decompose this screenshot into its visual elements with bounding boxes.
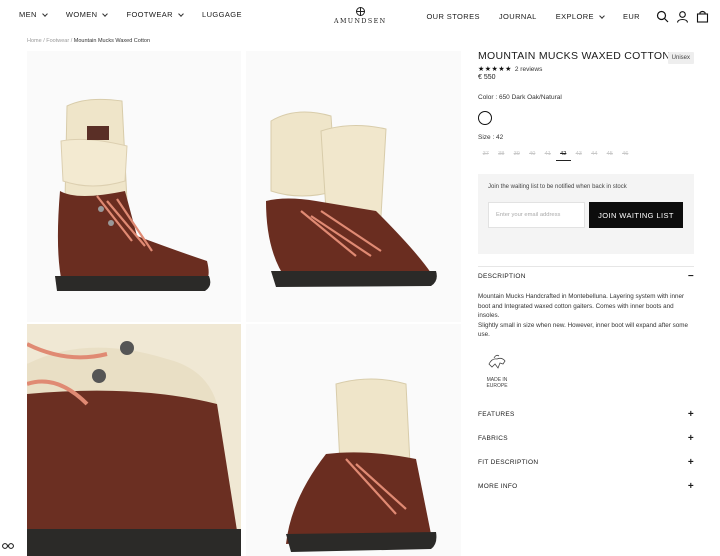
nav-explore-label: EXPLORE <box>555 12 594 21</box>
fit-description-heading: FIT DESCRIPTION <box>478 459 539 466</box>
size-option[interactable]: 45 <box>602 151 618 161</box>
product-price: € 550 <box>478 74 496 81</box>
unisex-badge: Unisex <box>667 52 694 64</box>
size-option[interactable]: 39 <box>509 151 525 161</box>
currency-label: EUR <box>622 12 640 21</box>
rating[interactable]: ★★★★★ 2 reviews <box>478 65 694 74</box>
nav-luggage-label: LUGGAGE <box>202 10 242 19</box>
product-image-front[interactable] <box>246 51 461 322</box>
fabrics-heading: FABRICS <box>478 435 508 442</box>
globe-icon <box>355 7 365 16</box>
search-icon[interactable] <box>656 10 669 23</box>
description-text: Slightly small in size when new. However… <box>478 321 688 339</box>
product-image-side[interactable] <box>27 51 241 322</box>
size-label: Size : 42 <box>478 134 504 141</box>
reviews-link[interactable]: 2 reviews <box>515 66 542 73</box>
nav-our-stores-label: OUR STORES <box>426 12 480 21</box>
plus-icon: + <box>687 457 694 468</box>
site-header: MEN WOMEN FOOTWEAR LUGGAGE AMUNDSEN OUR … <box>0 0 720 30</box>
account-icon[interactable] <box>676 10 689 23</box>
currency-selector[interactable]: EUR <box>623 12 640 21</box>
more-info-toggle[interactable]: MORE INFO + <box>478 475 694 499</box>
product-title: MOUNTAIN MUCKS WAXED COTTON <box>478 50 671 62</box>
size-option[interactable]: 37 <box>478 151 494 161</box>
nav-footwear-label: FOOTWEAR <box>126 10 173 19</box>
color-label: Color : 650 Dark Oak/Natural <box>478 94 562 101</box>
product-image-detail[interactable] <box>27 324 241 556</box>
product-image-back[interactable] <box>246 324 461 556</box>
description-toggle[interactable]: DESCRIPTION − <box>478 266 694 285</box>
chevron-down-icon <box>42 10 48 17</box>
breadcrumb-separator: / <box>70 38 73 44</box>
logo-text: AMUNDSEN <box>334 18 387 25</box>
size-selector: 37 38 39 40 41 42 43 44 45 46 <box>478 151 694 161</box>
size-option[interactable]: 38 <box>494 151 510 161</box>
nav-footwear[interactable]: FOOTWEAR <box>126 10 184 19</box>
features-toggle[interactable]: FEATURES + <box>478 403 694 427</box>
color-swatch-dark-oak[interactable] <box>478 111 492 125</box>
nav-our-stores[interactable]: OUR STORES <box>426 12 479 21</box>
europe-bull-icon <box>488 354 506 369</box>
breadcrumb-footwear[interactable]: Footwear <box>46 38 69 44</box>
breadcrumb-home[interactable]: Home <box>27 38 42 44</box>
breadcrumb-current: Mountain Mucks Waxed Cotton <box>73 38 151 44</box>
fabrics-toggle[interactable]: FABRICS + <box>478 427 694 451</box>
description-text: Mountain Mucks Handcrafted in Montebellu… <box>478 293 685 319</box>
chevron-down-icon <box>599 12 605 19</box>
breadcrumb-separator: / <box>43 38 45 44</box>
waitlist-box: Join the waiting list to be notified whe… <box>478 174 694 254</box>
fit-description-toggle[interactable]: FIT DESCRIPTION + <box>478 451 694 475</box>
product-gallery <box>27 51 461 556</box>
main-nav: MEN WOMEN FOOTWEAR LUGGAGE <box>19 10 261 19</box>
size-option-selected[interactable]: 42 <box>555 151 571 161</box>
nav-women-label: WOMEN <box>65 10 98 19</box>
nav-men-label: MEN <box>19 10 37 19</box>
description-body: Mountain Mucks Handcrafted in Montebellu… <box>478 292 694 340</box>
europe-label: EUROPE <box>486 382 508 389</box>
rating-stars: ★★★★★ <box>478 66 512 73</box>
size-option[interactable]: 44 <box>587 151 603 161</box>
join-waiting-list-button[interactable]: JOIN WAITING LIST <box>589 202 683 228</box>
breadcrumb: Home / Footwear / Mountain Mucks Waxed C… <box>27 38 150 44</box>
size-option[interactable]: 43 <box>571 151 587 161</box>
plus-icon: + <box>687 433 694 444</box>
features-heading: FEATURES <box>478 411 515 418</box>
email-field[interactable]: Enter your email address <box>488 202 585 228</box>
size-option[interactable]: 40 <box>525 151 541 161</box>
made-in-europe-badge: MADE IN EUROPE <box>478 352 516 389</box>
nav-explore[interactable]: EXPLORE <box>555 12 605 21</box>
nav-luggage[interactable]: LUGGAGE <box>202 10 242 19</box>
bag-icon[interactable] <box>696 10 709 23</box>
plus-icon: + <box>687 481 694 492</box>
nav-journal[interactable]: JOURNAL <box>499 12 537 21</box>
size-option[interactable]: 46 <box>618 151 634 161</box>
description-heading: DESCRIPTION <box>478 272 526 280</box>
nav-men[interactable]: MEN <box>19 10 48 19</box>
size-option[interactable]: 41 <box>540 151 556 161</box>
product-panel: MOUNTAIN MUCKS WAXED COTTON Unisex ★★★★★… <box>478 50 694 499</box>
brand-logo[interactable]: AMUNDSEN <box>334 7 386 25</box>
waitlist-form: Enter your email address JOIN WAITING LI… <box>488 202 684 228</box>
nav-women[interactable]: WOMEN <box>65 10 109 19</box>
waitlist-text: Join the waiting list to be notified whe… <box>488 184 627 190</box>
email-placeholder: Enter your email address <box>496 212 561 218</box>
plus-icon: + <box>687 409 694 420</box>
chevron-down-icon <box>102 10 109 17</box>
utility-nav: OUR STORES JOURNAL EXPLORE EUR <box>426 10 709 23</box>
more-info-heading: MORE INFO <box>478 483 518 490</box>
chevron-down-icon <box>178 10 184 17</box>
glasses-icon[interactable] <box>0 538 16 554</box>
minus-icon: − <box>687 270 694 282</box>
nav-journal-label: JOURNAL <box>498 12 537 21</box>
